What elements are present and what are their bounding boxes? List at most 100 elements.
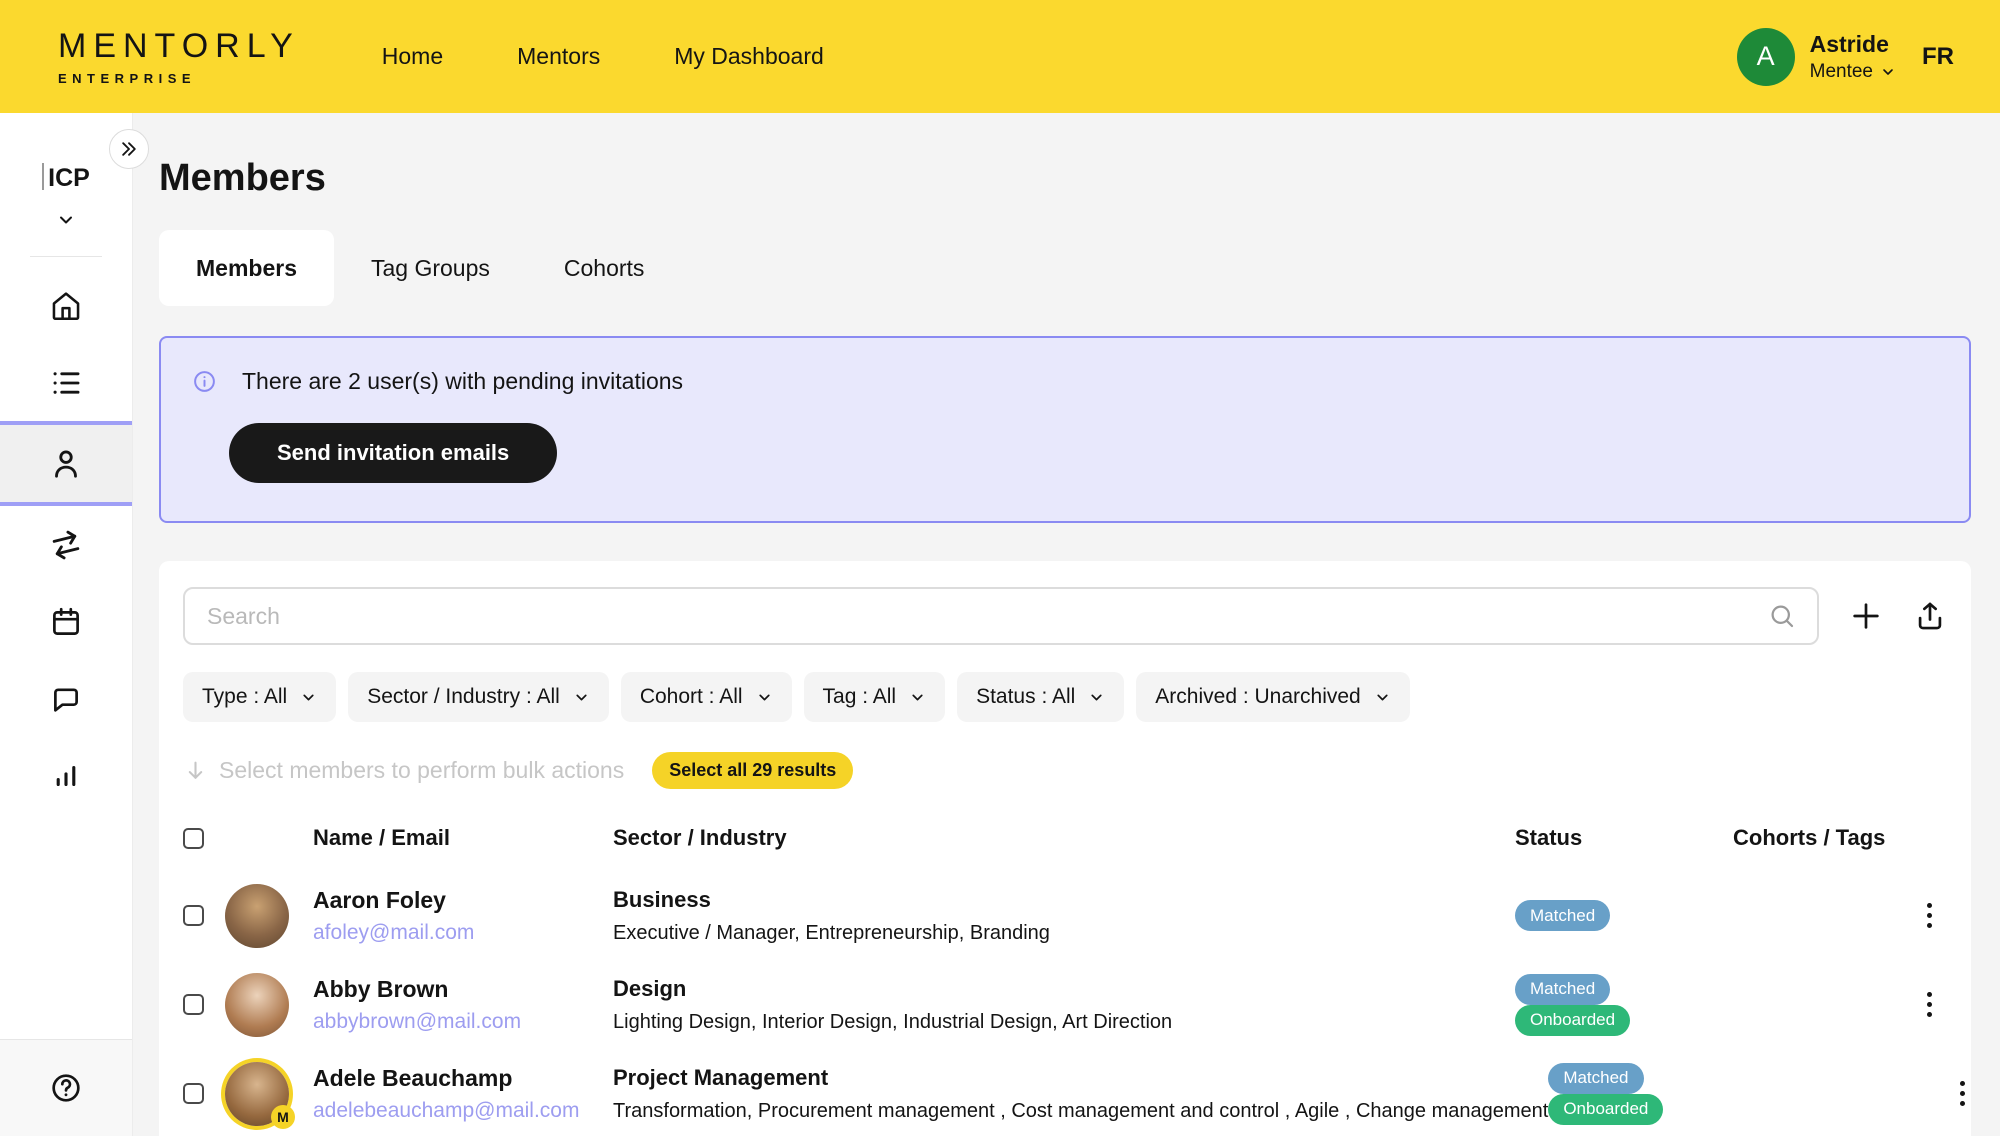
workspace-cursor bbox=[42, 163, 44, 190]
mentorly-avatar-badge: M bbox=[271, 1105, 295, 1129]
member-sector-cell: Project Management Transformation, Procu… bbox=[613, 1065, 1548, 1123]
pending-invitations-banner: There are 2 user(s) with pending invitat… bbox=[159, 336, 1971, 523]
member-sector: Business bbox=[613, 887, 1515, 913]
sidebar-collapse-button[interactable] bbox=[109, 129, 149, 169]
sidebar-item-calendar[interactable] bbox=[0, 583, 132, 660]
status-badge-onboarded: Onboarded bbox=[1548, 1094, 1663, 1125]
kebab-menu-button[interactable] bbox=[1944, 1077, 1971, 1110]
status-badge-matched: Matched bbox=[1515, 974, 1610, 1005]
column-header-status: Status bbox=[1515, 825, 1733, 851]
select-all-results-button[interactable]: Select all 29 results bbox=[652, 752, 853, 789]
row-checkbox[interactable] bbox=[183, 1083, 204, 1104]
add-member-button[interactable] bbox=[1849, 599, 1883, 633]
filter-chip-sector-industry-all[interactable]: Sector / Industry : All bbox=[348, 672, 609, 722]
filter-chip-label: Sector / Industry : All bbox=[367, 685, 560, 709]
column-header-cohorts-tags: Cohorts / Tags bbox=[1733, 825, 1911, 851]
member-industries: Lighting Design, Interior Design, Indust… bbox=[613, 1011, 1515, 1034]
chevron-down-icon bbox=[756, 689, 773, 706]
row-checkbox[interactable] bbox=[183, 994, 204, 1015]
sidebar-item-list[interactable] bbox=[0, 344, 132, 421]
filter-chip-status-all[interactable]: Status : All bbox=[957, 672, 1124, 722]
sidebar-item-members[interactable] bbox=[0, 425, 132, 502]
bulk-actions-row: Select members to perform bulk actions S… bbox=[183, 752, 1947, 789]
column-header-sector-industry: Sector / Industry bbox=[613, 825, 1515, 851]
chat-icon bbox=[49, 682, 83, 716]
export-members-button[interactable] bbox=[1913, 599, 1947, 633]
user-role-dropdown[interactable]: Mentee bbox=[1810, 61, 1896, 83]
row-checkbox[interactable] bbox=[183, 905, 204, 926]
member-industries: Executive / Manager, Entrepreneurship, B… bbox=[613, 922, 1515, 945]
member-name-email-cell: Aaron Foley afoley@mail.com bbox=[313, 887, 613, 945]
tab-tag-groups[interactable]: Tag Groups bbox=[334, 230, 527, 306]
member-name: Aaron Foley bbox=[313, 887, 613, 914]
sidebar-item-reports[interactable] bbox=[0, 737, 132, 814]
swap-arrows-icon bbox=[49, 528, 83, 562]
member-name-email-cell: Abby Brown abbybrown@mail.com bbox=[313, 976, 613, 1034]
page-title: Members bbox=[159, 157, 1971, 200]
mentorly-logo: MENTORLY ENTERPRISE bbox=[58, 27, 300, 86]
filter-row: Type : All Sector / Industry : All Cohort … bbox=[183, 672, 1947, 722]
chevron-down-icon bbox=[56, 210, 76, 230]
sidebar-item-messages[interactable] bbox=[0, 660, 132, 737]
kebab-menu-button[interactable] bbox=[1911, 899, 1947, 932]
search-input[interactable] bbox=[205, 602, 1767, 631]
member-email-link[interactable]: adelebeauchamp@mail.com bbox=[313, 1099, 613, 1123]
select-all-checkbox[interactable] bbox=[183, 828, 204, 849]
language-switcher[interactable]: FR bbox=[1922, 43, 1954, 71]
filter-chip-label: Type : All bbox=[202, 685, 287, 709]
member-name: Adele Beauchamp bbox=[313, 1065, 613, 1092]
help-icon bbox=[49, 1071, 83, 1105]
user-avatar[interactable]: A bbox=[1737, 28, 1795, 86]
filter-chip-cohort-all[interactable]: Cohort : All bbox=[621, 672, 792, 722]
nav-item-my-dashboard[interactable]: My Dashboard bbox=[674, 43, 824, 70]
workspace-selector[interactable]: ICP bbox=[0, 163, 132, 193]
banner-message: There are 2 user(s) with pending invitat… bbox=[242, 368, 683, 395]
sidebar-item-matching[interactable] bbox=[0, 506, 132, 583]
nav-item-home[interactable]: Home bbox=[382, 43, 443, 70]
upload-icon bbox=[1913, 599, 1947, 633]
filter-chip-label: Archived : Unarchived bbox=[1155, 685, 1360, 709]
chevron-down-icon bbox=[300, 689, 317, 706]
filter-chip-archived-unarchived[interactable]: Archived : Unarchived bbox=[1136, 672, 1409, 722]
tab-cohorts[interactable]: Cohorts bbox=[527, 230, 682, 306]
member-sector-cell: Design Lighting Design, Interior Design,… bbox=[613, 976, 1515, 1034]
filter-chip-label: Status : All bbox=[976, 685, 1075, 709]
member-avatar bbox=[225, 884, 289, 948]
home-icon bbox=[49, 289, 83, 323]
sidebar-divider bbox=[30, 256, 102, 257]
plus-icon bbox=[1849, 599, 1883, 633]
filter-chip-tag-all[interactable]: Tag : All bbox=[804, 672, 946, 722]
members-table: Name / Email Sector / Industry Status Co… bbox=[183, 815, 1947, 1136]
filter-chip-type-all[interactable]: Type : All bbox=[183, 672, 336, 722]
nav-item-mentors[interactable]: Mentors bbox=[517, 43, 600, 70]
sidebar-item-home[interactable] bbox=[0, 267, 132, 344]
chevron-down-icon bbox=[909, 689, 926, 706]
user-info: Astride Mentee bbox=[1810, 31, 1896, 83]
kebab-menu-button[interactable] bbox=[1911, 988, 1947, 1021]
logo-text: MENTORLY bbox=[58, 27, 300, 66]
main-content: Members MembersTag GroupsCohorts There a… bbox=[133, 113, 2000, 1136]
send-invitation-emails-button[interactable]: Send invitation emails bbox=[229, 423, 557, 483]
header-nav: Home Mentors My Dashboard bbox=[382, 43, 824, 70]
sidebar: ICP bbox=[0, 113, 133, 1136]
workspace-chevron[interactable] bbox=[0, 210, 132, 230]
member-statuses: MatchedOnboarded bbox=[1515, 974, 1733, 1036]
member-sector: Design bbox=[613, 976, 1515, 1002]
member-email-link[interactable]: abbybrown@mail.com bbox=[313, 1010, 613, 1034]
sidebar-help-section bbox=[0, 1039, 132, 1136]
member-avatar: M bbox=[225, 1062, 289, 1126]
sidebar-item-help[interactable] bbox=[49, 1071, 83, 1105]
member-email-link[interactable]: afoley@mail.com bbox=[313, 921, 613, 945]
chevron-down-icon bbox=[573, 689, 590, 706]
column-header-name-email: Name / Email bbox=[313, 825, 613, 851]
table-body: Aaron Foley afoley@mail.com Business Exe… bbox=[183, 871, 1947, 1136]
filter-chip-label: Tag : All bbox=[823, 685, 897, 709]
tabs: MembersTag GroupsCohorts bbox=[159, 230, 1971, 306]
status-badge-matched: Matched bbox=[1548, 1063, 1643, 1094]
member-name-email-cell: Adele Beauchamp adelebeauchamp@mail.com bbox=[313, 1065, 613, 1123]
members-card: Type : All Sector / Industry : All Cohort … bbox=[159, 561, 1971, 1136]
status-badge-matched: Matched bbox=[1515, 900, 1610, 931]
tab-members[interactable]: Members bbox=[159, 230, 334, 306]
chevrons-right-icon bbox=[119, 139, 139, 159]
user-icon bbox=[49, 447, 83, 481]
